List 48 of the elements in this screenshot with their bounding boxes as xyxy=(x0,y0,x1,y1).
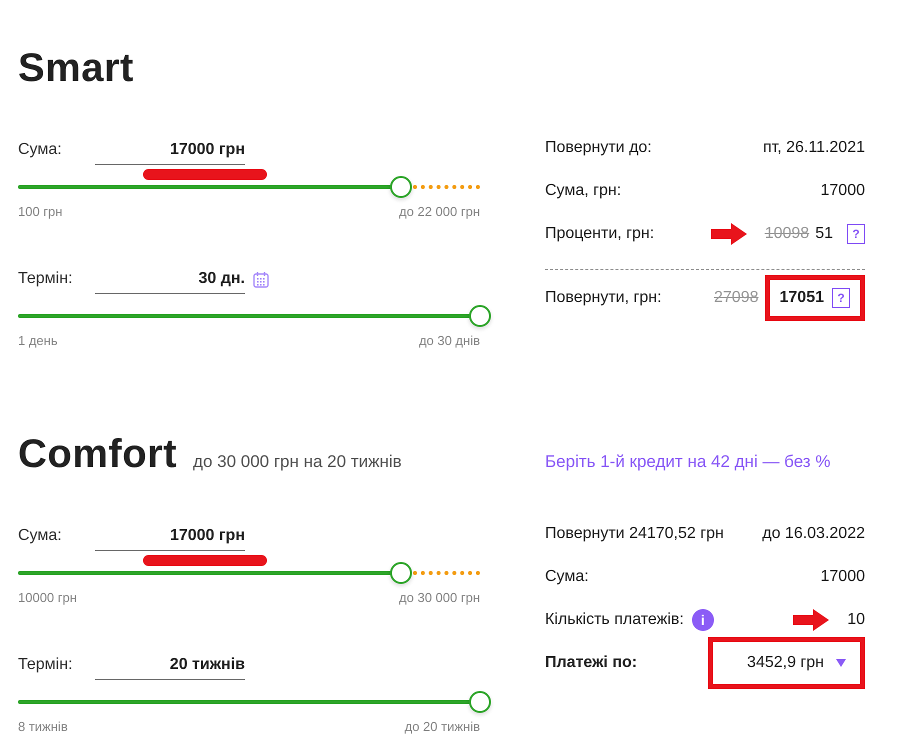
max-label: до 22 000 грн xyxy=(399,204,480,219)
promo-link[interactable]: Беріть 1-й кредит на 42 дні — без % xyxy=(545,452,865,472)
info-icon[interactable]: i xyxy=(692,608,714,630)
section-title: Comfort xyxy=(18,432,178,477)
slider-handle[interactable] xyxy=(390,562,412,584)
summary-value: 17051 xyxy=(780,289,824,307)
summary-value: пт, 26.11.2021 xyxy=(763,138,865,156)
input-field[interactable]: 17000 грн xyxy=(95,527,245,551)
calendar-icon[interactable] xyxy=(253,271,269,288)
summary-label: Платежі по: xyxy=(545,654,638,672)
summary-label: Повернути 24170,52 грн xyxy=(545,524,724,542)
slider-handle[interactable] xyxy=(390,176,412,198)
summary-value: 51 xyxy=(815,224,833,242)
min-label: 100 грн xyxy=(18,204,62,219)
max-label: до 20 тижнів xyxy=(404,719,480,734)
summary-label: Повернути, грн: xyxy=(545,289,662,307)
slider[interactable] xyxy=(18,691,491,713)
section-subtitle: до 30 000 грн на 20 тижнів xyxy=(193,452,402,472)
section-title: Smart xyxy=(18,46,134,91)
summary-label: Проценти, грн: xyxy=(545,224,654,242)
old-value: 10098 xyxy=(764,224,810,242)
min-label: 1 день xyxy=(18,333,58,348)
min-label: 8 тижнів xyxy=(18,719,68,734)
input-field[interactable]: 20 тижнів xyxy=(95,656,245,680)
slider[interactable] xyxy=(18,305,491,327)
summary-value: 17000 xyxy=(820,182,865,200)
field-label: Сума: xyxy=(18,141,63,160)
summary-value: до 16.03.2022 xyxy=(762,524,865,542)
field-label: Сума: xyxy=(18,527,63,546)
input-field[interactable]: 30 дн. xyxy=(95,270,245,294)
summary-label: Сума: xyxy=(545,568,589,586)
summary-value: 10 xyxy=(847,610,865,628)
slider-handle[interactable] xyxy=(469,305,491,327)
field-label: Термін: xyxy=(18,656,74,675)
field-label: Термін: xyxy=(18,270,74,289)
slider-handle[interactable] xyxy=(469,691,491,713)
max-label: до 30 000 грн xyxy=(399,590,480,605)
summary-label: Кількість платежів: xyxy=(545,610,684,628)
help-icon[interactable]: ? xyxy=(832,288,850,308)
input-field[interactable]: 17000 грн xyxy=(95,141,245,165)
summary-label: Сума, грн: xyxy=(545,182,622,200)
summary-value: 17000 xyxy=(820,568,865,586)
summary-label: Повернути до: xyxy=(545,138,652,156)
caret-icon xyxy=(836,658,846,666)
max-label: до 30 днів xyxy=(418,333,480,348)
old-value: 27098 xyxy=(714,289,758,307)
help-icon[interactable]: ? xyxy=(847,224,865,244)
min-label: 10000 грн xyxy=(18,590,77,605)
